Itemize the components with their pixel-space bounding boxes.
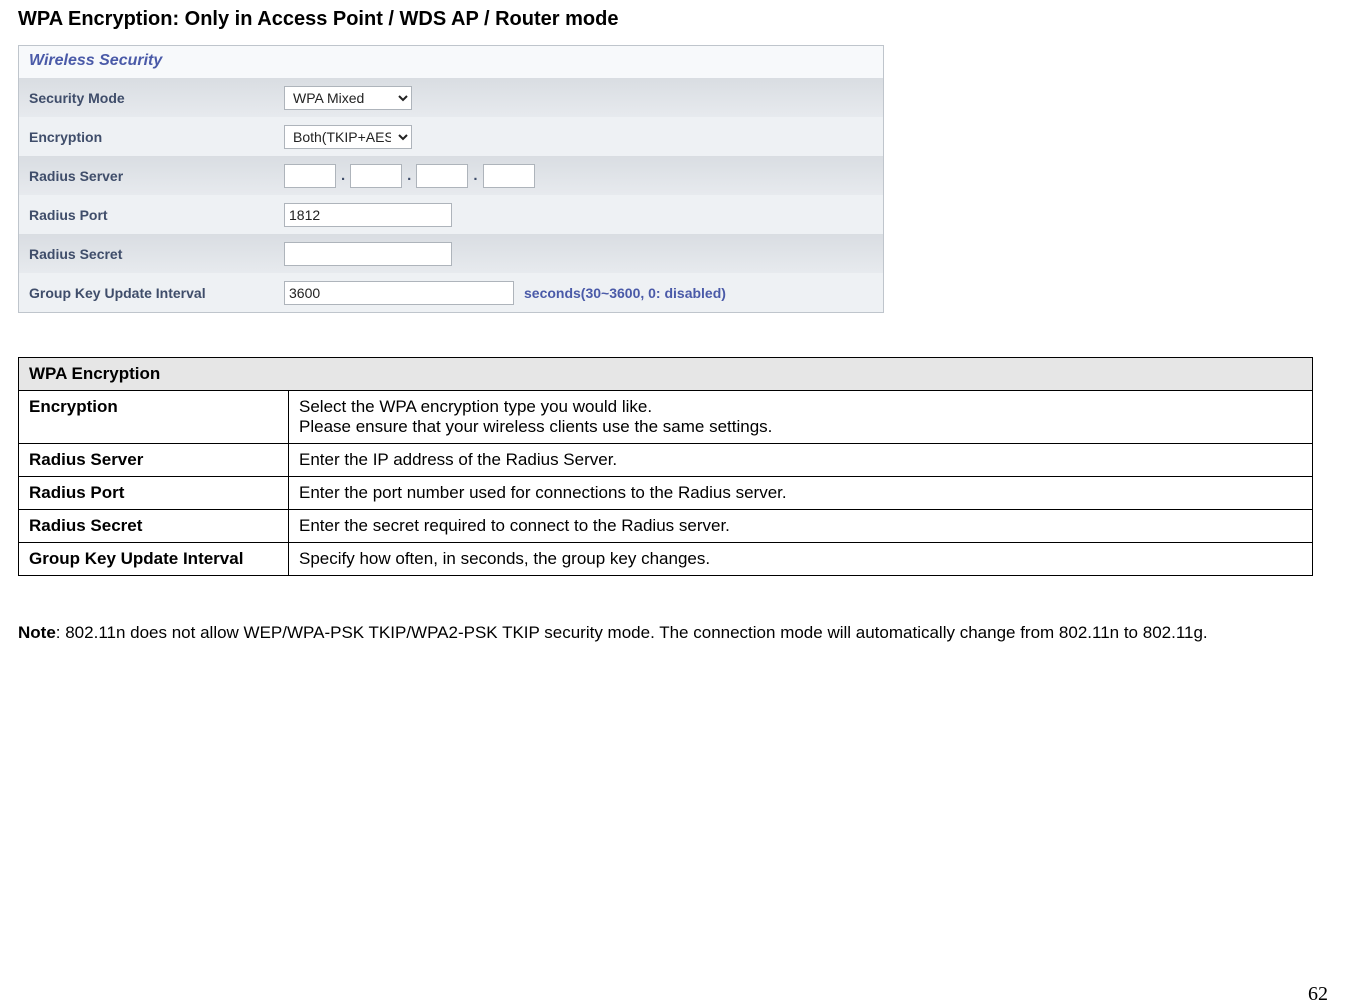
- desc-label: Radius Secret: [19, 510, 289, 543]
- table-row: Radius Server Enter the IP address of th…: [19, 444, 1313, 477]
- desc-label: Group Key Update Interval: [19, 543, 289, 576]
- desc-text: Enter the IP address of the Radius Serve…: [289, 444, 1313, 477]
- desc-label: Encryption: [19, 391, 289, 444]
- table-row: Group Key Update Interval Specify how of…: [19, 543, 1313, 576]
- radius-ip-oct3[interactable]: [416, 164, 468, 188]
- table-header-row: WPA Encryption: [19, 358, 1313, 391]
- radius-ip-oct1[interactable]: [284, 164, 336, 188]
- group-key-input[interactable]: [284, 281, 514, 305]
- dot-icon: .: [472, 167, 478, 184]
- desc-label: Radius Server: [19, 444, 289, 477]
- desc-text: Select the WPA encryption type you would…: [289, 391, 1313, 444]
- label-security-mode: Security Mode: [19, 90, 284, 106]
- label-encryption: Encryption: [19, 129, 284, 145]
- desc-text: Specify how often, in seconds, the group…: [289, 543, 1313, 576]
- page-title: WPA Encryption: Only in Access Point / W…: [18, 8, 1332, 31]
- row-radius-secret: Radius Secret: [19, 234, 883, 273]
- row-radius-port: Radius Port: [19, 195, 883, 234]
- table-header: WPA Encryption: [19, 358, 1313, 391]
- radius-secret-input[interactable]: [284, 242, 452, 266]
- table-row: Encryption Select the WPA encryption typ…: [19, 391, 1313, 444]
- note-paragraph: Note: 802.11n does not allow WEP/WPA-PSK…: [18, 622, 1328, 645]
- wireless-security-form: Wireless Security Security Mode WPA Mixe…: [18, 45, 884, 313]
- row-radius-server: Radius Server . . .: [19, 156, 883, 195]
- label-radius-secret: Radius Secret: [19, 246, 284, 262]
- wpa-encryption-table: WPA Encryption Encryption Select the WPA…: [18, 357, 1313, 576]
- form-header: Wireless Security: [19, 46, 883, 78]
- radius-ip-oct2[interactable]: [350, 164, 402, 188]
- note-label: Note: [18, 623, 56, 642]
- encryption-select[interactable]: Both(TKIP+AES): [284, 125, 412, 149]
- label-group-key: Group Key Update Interval: [19, 285, 284, 301]
- row-group-key: Group Key Update Interval seconds(30~360…: [19, 273, 883, 312]
- group-key-hint: seconds(30~3600, 0: disabled): [524, 285, 726, 301]
- table-row: Radius Secret Enter the secret required …: [19, 510, 1313, 543]
- desc-label: Radius Port: [19, 477, 289, 510]
- security-mode-select[interactable]: WPA Mixed: [284, 86, 412, 110]
- dot-icon: .: [340, 167, 346, 184]
- desc-text: Enter the port number used for connectio…: [289, 477, 1313, 510]
- label-radius-server: Radius Server: [19, 168, 284, 184]
- radius-ip-oct4[interactable]: [483, 164, 535, 188]
- table-row: Radius Port Enter the port number used f…: [19, 477, 1313, 510]
- page-number: 62: [1308, 983, 1328, 1006]
- row-security-mode: Security Mode WPA Mixed: [19, 78, 883, 117]
- row-encryption: Encryption Both(TKIP+AES): [19, 117, 883, 156]
- dot-icon: .: [406, 167, 412, 184]
- radius-port-input[interactable]: [284, 203, 452, 227]
- desc-text: Enter the secret required to connect to …: [289, 510, 1313, 543]
- label-radius-port: Radius Port: [19, 207, 284, 223]
- note-text: : 802.11n does not allow WEP/WPA-PSK TKI…: [56, 623, 1208, 642]
